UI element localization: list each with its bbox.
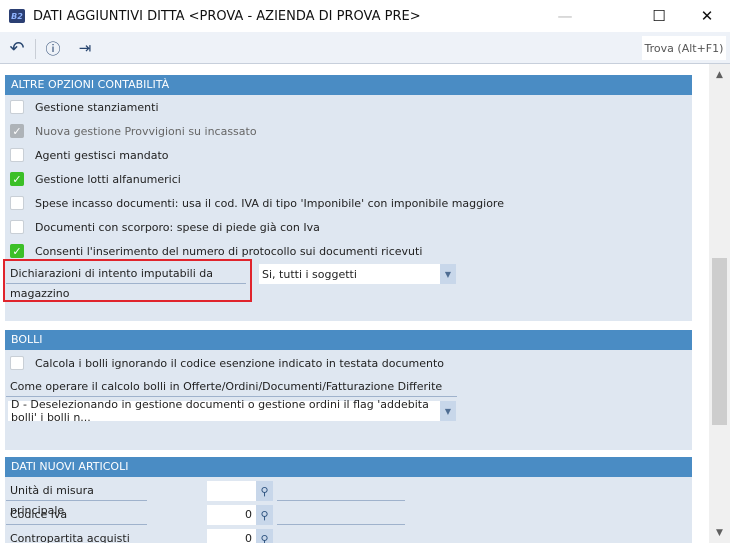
checkbox-label: Agenti gestisci mandato	[35, 148, 169, 162]
description-field	[277, 505, 405, 525]
checkbox-label: Gestione lotti alfanumerici	[35, 172, 181, 186]
checkbox-checked-disabled: ✓	[10, 124, 24, 138]
dichiarazioni-select[interactable]: Si, tutti i soggetti ▼	[259, 264, 456, 284]
help-icon[interactable]: ⓘ	[41, 37, 65, 59]
checkbox-checked[interactable]: ✓	[10, 244, 24, 258]
scrollbar-thumb[interactable]	[712, 258, 727, 425]
checkbox-row[interactable]: Calcola i bolli ignorando il codice esen…	[10, 353, 444, 373]
maximize-button[interactable]: ☐	[636, 0, 682, 32]
checkbox-row[interactable]: Spese incasso documenti: usa il cod. IVA…	[10, 193, 504, 213]
checkbox-row[interactable]: Gestione stanziamenti	[10, 97, 159, 117]
search-button[interactable]: Trova (Alt+F1)	[642, 36, 726, 60]
dropdown-arrow-icon[interactable]: ▼	[440, 401, 456, 421]
checkbox-label: Gestione stanziamenti	[35, 100, 159, 114]
checkbox[interactable]	[10, 220, 24, 234]
unita-misura-input[interactable]	[207, 481, 257, 501]
codice-iva-input[interactable]: 0	[207, 505, 257, 525]
checkbox-row[interactable]: Agenti gestisci mandato	[10, 145, 169, 165]
checkbox-label: Spese incasso documenti: usa il cod. IVA…	[35, 196, 504, 210]
title-bar: B2 DATI AGGIUNTIVI DITTA <PROVA - AZIEND…	[0, 0, 730, 32]
checkbox-checked[interactable]: ✓	[10, 172, 24, 186]
checkbox[interactable]	[10, 356, 24, 370]
checkbox-label: Nuova gestione Provvigioni su incassato	[35, 124, 257, 138]
description-field	[277, 481, 405, 501]
dropdown-arrow-icon[interactable]: ▼	[440, 264, 456, 284]
vertical-scrollbar[interactable]: ▲ ▼	[709, 64, 730, 543]
checkbox[interactable]	[10, 196, 24, 210]
field-label: Codice iva	[6, 505, 147, 525]
checkbox-row: ✓ Nuova gestione Provvigioni su incassato	[10, 121, 257, 141]
field-label: Unità di misura principale	[6, 481, 147, 517]
contropartita-acquisti-input[interactable]: 0	[207, 529, 257, 543]
calcolo-bolli-select[interactable]: D - Deselezionando in gestione documenti…	[8, 398, 456, 424]
window-title: DATI AGGIUNTIVI DITTA <PROVA - AZIENDA D…	[33, 8, 421, 24]
search-icon[interactable]: ⚲	[256, 505, 273, 525]
checkbox[interactable]	[10, 148, 24, 162]
toolbar-divider	[35, 39, 36, 59]
scroll-up-icon[interactable]: ▲	[709, 66, 730, 83]
select-value: Si, tutti i soggetti	[262, 267, 357, 281]
checkbox[interactable]	[10, 100, 24, 114]
field-label: Come operare il calcolo bolli in Offerte…	[6, 377, 457, 397]
checkbox-row[interactable]: ✓ Gestione lotti alfanumerici	[10, 169, 181, 189]
checkbox-label: Calcola i bolli ignorando il codice esen…	[35, 356, 444, 370]
search-icon[interactable]: ⚲	[256, 529, 273, 543]
checkbox-label: Documenti con scorporo: spese di piede g…	[35, 220, 320, 234]
highlight-box	[3, 259, 252, 302]
content-area: ALTRE OPZIONI CONTABILITÀ Gestione stanz…	[0, 64, 709, 543]
field-label: Contropartita acquisti	[6, 529, 147, 543]
checkbox-row[interactable]: Documenti con scorporo: spese di piede g…	[10, 217, 320, 237]
checkbox-row[interactable]: ✓ Consenti l'inserimento del numero di pr…	[10, 241, 422, 261]
search-icon[interactable]: ⚲	[256, 481, 273, 501]
app-icon: B2	[9, 9, 25, 23]
checkbox-label: Consenti l'inserimento del numero di pro…	[35, 244, 423, 258]
back-icon[interactable]: ↶	[5, 37, 29, 59]
section-title: ALTRE OPZIONI CONTABILITÀ	[5, 75, 692, 95]
minimize-button[interactable]: —	[542, 0, 588, 32]
section-title: BOLLI	[5, 330, 692, 350]
scroll-down-icon[interactable]: ▼	[709, 524, 730, 541]
section-bolli: BOLLI Calcola i bolli ignorando il codic…	[5, 330, 692, 450]
toolbar: ↶ ⓘ ⇥ Trova (Alt+F1)	[0, 32, 730, 64]
section-dati-nuovi-articoli: DATI NUOVI ARTICOLI Unità di misura prin…	[5, 457, 692, 543]
section-title: DATI NUOVI ARTICOLI	[5, 457, 692, 477]
select-value: D - Deselezionando in gestione documenti…	[11, 398, 429, 424]
exit-icon[interactable]: ⇥	[73, 37, 97, 59]
close-button[interactable]: ✕	[684, 0, 730, 32]
